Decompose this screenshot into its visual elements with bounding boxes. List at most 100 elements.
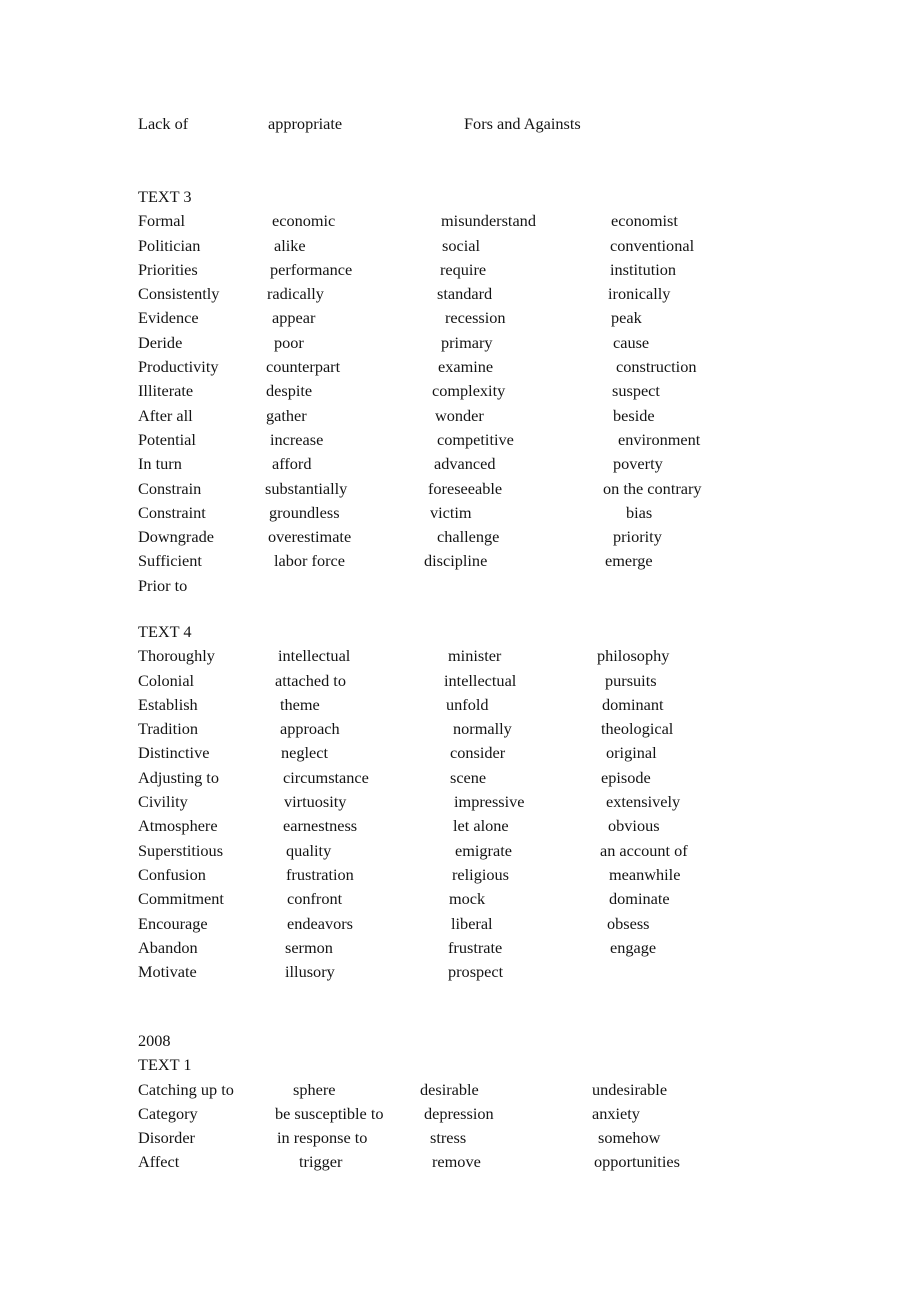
word-col2: be susceptible to [275, 1103, 384, 1123]
word-col1: Colonial [138, 670, 195, 690]
word-col1: Consistently [138, 284, 220, 304]
word-col1: Motivate [138, 962, 197, 982]
word-row: Superstitious quality emigrate an accoun… [0, 839, 920, 863]
word-col3: standard [437, 284, 493, 304]
word-row: Productivity counterpart examine constru… [0, 355, 920, 379]
word-col2: earnestness [283, 816, 358, 836]
word-row: Prior to [0, 574, 920, 598]
word-col4: undesirable [592, 1079, 668, 1099]
word-col1: Thoroughly [138, 646, 215, 666]
word-col2: trigger [299, 1152, 343, 1172]
word-col3: primary [441, 332, 493, 352]
word-col4: extensively [606, 792, 681, 812]
word-row: Sufficient labor force discipline emerge [0, 549, 920, 573]
section-heading-text3: TEXT 3 [138, 187, 192, 206]
word-col4: beside [613, 405, 655, 425]
word-row: Disorder in response to stress somehow [0, 1126, 920, 1150]
word-col3: religious [452, 864, 509, 884]
word-row: Atmosphere earnestness let alone obvious [0, 814, 920, 838]
word-col2: virtuosity [284, 792, 347, 812]
word-col4: peak [611, 308, 642, 328]
word-col2: appropriate [268, 114, 343, 133]
word-col4: an account of [600, 840, 688, 860]
word-col4: on the contrary [603, 478, 702, 498]
word-row: Thoroughly intellectual minister philoso… [0, 644, 920, 668]
word-col3: wonder [435, 405, 484, 425]
word-col3: discipline [424, 551, 488, 571]
word-col1: Adjusting to [138, 767, 219, 787]
word-col2: frustration [286, 864, 354, 884]
word-col1: Lack of [138, 114, 189, 133]
word-col3: misunderstand [441, 211, 536, 231]
word-col4: suspect [612, 381, 660, 401]
word-col4: priority [613, 527, 662, 547]
year-label-2008: 2008 [138, 1031, 171, 1050]
word-col2: in response to [277, 1128, 368, 1148]
word-col4: episode [601, 767, 651, 787]
word-row: Affect trigger remove opportunities [0, 1150, 920, 1174]
word-col2: confront [287, 889, 343, 909]
word-col1: Commitment [138, 889, 224, 909]
word-col1: Downgrade [138, 527, 214, 547]
word-col4: obsess [607, 913, 650, 933]
word-col4: conventional [610, 235, 695, 255]
word-row: Establish theme unfold dominant [0, 693, 920, 717]
word-col4: cause [613, 332, 650, 352]
word-col1: Confusion [138, 864, 206, 884]
word-col4: emerge [605, 551, 653, 571]
word-col1: Atmosphere [138, 816, 218, 836]
word-row: Potential increase competitive environme… [0, 428, 920, 452]
word-col4: dominant [602, 694, 664, 714]
word-col3: minister [448, 646, 502, 666]
word-col2: sphere [293, 1079, 336, 1099]
word-col2: poor [274, 332, 304, 352]
word-row: Colonial attached to intellectual pursui… [0, 669, 920, 693]
word-col4: engage [610, 937, 657, 957]
word-col1: Category [138, 1103, 198, 1123]
word-row: Priorities performance require instituti… [0, 258, 920, 282]
word-row: Commitment confront mock dominate [0, 887, 920, 911]
word-col3: competitive [437, 429, 514, 449]
word-col1: Superstitious [138, 840, 224, 860]
word-col2: substantially [265, 478, 348, 498]
word-col1: Encourage [138, 913, 208, 933]
word-row: Civility virtuosity impressive extensive… [0, 790, 920, 814]
word-col1: Catching up to [138, 1079, 234, 1099]
word-col3: challenge [437, 527, 500, 547]
header-continuation-row: Lack of appropriate Fors and Againsts [0, 112, 920, 136]
word-col3: social [442, 235, 480, 255]
word-col1: Disorder [138, 1128, 195, 1148]
word-col2: sermon [285, 937, 333, 957]
word-col3: advanced [434, 454, 496, 474]
section-heading-text4: TEXT 4 [138, 622, 192, 641]
word-col2: quality [286, 840, 332, 860]
word-col1: Constrain [138, 478, 202, 498]
word-col1: After all [138, 405, 193, 425]
word-col1: Affect [138, 1152, 180, 1172]
word-row: Politician alike social conventional [0, 234, 920, 258]
section-2008: 2008 TEXT 1 Catching up to sphere desira… [0, 1029, 920, 1175]
word-row: Lack of appropriate Fors and Againsts [0, 112, 920, 136]
word-col4: somehow [598, 1128, 661, 1148]
word-col1: Productivity [138, 357, 219, 377]
word-row: Adjusting to circumstance scene episode [0, 766, 920, 790]
word-col2: increase [270, 429, 324, 449]
word-col1: Prior to [138, 575, 188, 595]
word-col2: attached to [275, 670, 346, 690]
word-col4: original [606, 743, 657, 763]
word-row: Consistently radically standard ironical… [0, 282, 920, 306]
section-heading-text1: TEXT 1 [138, 1055, 192, 1075]
word-row: Downgrade overestimate challenge priorit… [0, 525, 920, 549]
word-row: Constraint groundless victim bias [0, 501, 920, 525]
word-row: Confusion frustration religious meanwhil… [0, 863, 920, 887]
word-col2: despite [266, 381, 313, 401]
word-col4: opportunities [594, 1152, 680, 1172]
word-row: Tradition approach normally theological [0, 717, 920, 741]
word-col4: economist [611, 211, 678, 231]
word-col4: environment [618, 429, 701, 449]
word-col2: circumstance [283, 767, 369, 787]
word-col1: Politician [138, 235, 201, 255]
word-col1: Constraint [138, 502, 206, 522]
word-col3: victim [430, 502, 472, 522]
word-col2: gather [266, 405, 307, 425]
